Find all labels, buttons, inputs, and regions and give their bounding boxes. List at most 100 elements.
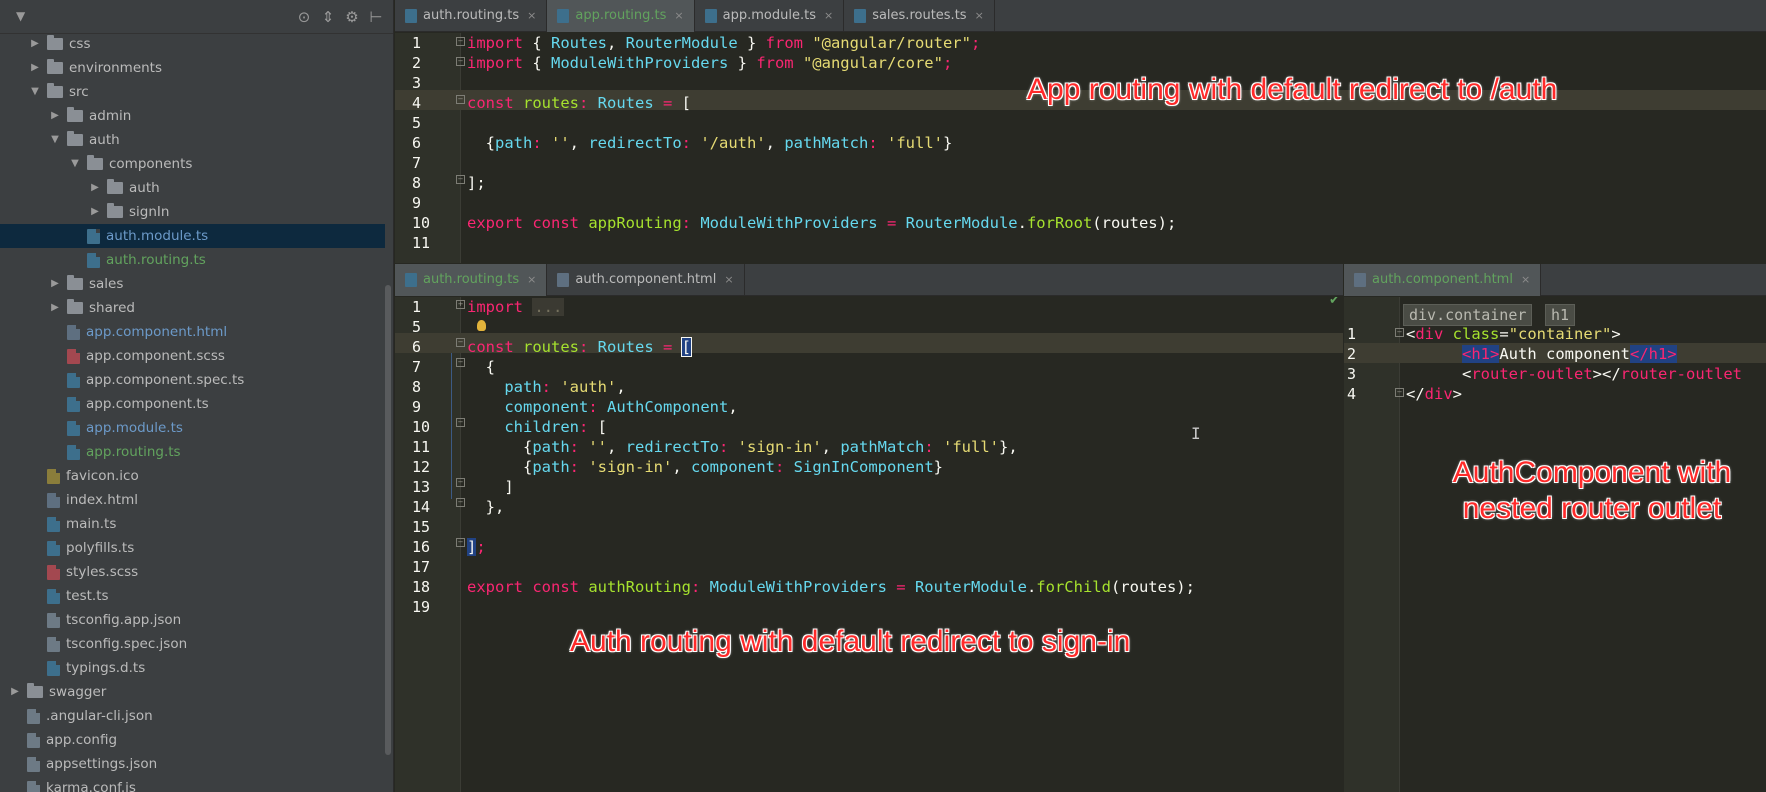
- tree-item-label: app.module.ts: [86, 420, 183, 436]
- editor-tab[interactable]: app.module.ts ×: [695, 0, 845, 32]
- gear-icon[interactable]: ⚙: [343, 8, 361, 26]
- line-number: 3: [412, 74, 422, 92]
- tree-folder[interactable]: ▶ admin: [0, 104, 385, 128]
- tree-file[interactable]: tsconfig.app.json: [0, 608, 385, 632]
- fold-marker[interactable]: −: [456, 37, 465, 46]
- breadcrumb-div-container[interactable]: div.container: [1403, 304, 1533, 326]
- line-number: 2: [1347, 345, 1357, 363]
- tree-file[interactable]: auth.module.ts: [0, 224, 385, 248]
- tree-folder[interactable]: ▶ signIn: [0, 200, 385, 224]
- chevron-right-icon[interactable]: ▶: [48, 272, 62, 296]
- tree-item-label: app.component.spec.ts: [86, 372, 245, 388]
- chevron-down-icon[interactable]: ▼: [48, 128, 62, 152]
- line-number: 5: [412, 318, 422, 336]
- fold-marker[interactable]: −: [456, 498, 465, 507]
- dropdown-arrow-icon[interactable]: ▼: [16, 9, 25, 23]
- fold-marker[interactable]: −: [1395, 328, 1404, 337]
- tree-file[interactable]: main.ts: [0, 512, 385, 536]
- close-icon[interactable]: ×: [975, 0, 984, 32]
- fold-marker[interactable]: −: [456, 418, 465, 427]
- close-icon[interactable]: ×: [527, 264, 536, 296]
- tree-scrollbar[interactable]: [385, 285, 391, 755]
- tree-file[interactable]: app.component.scss: [0, 344, 385, 368]
- tree-item-label: signIn: [129, 204, 170, 220]
- tree-file[interactable]: tsconfig.spec.json: [0, 632, 385, 656]
- tree-file[interactable]: index.html: [0, 488, 385, 512]
- close-icon[interactable]: ×: [1521, 264, 1530, 296]
- line-number: 4: [412, 94, 422, 112]
- chevron-right-icon[interactable]: ▶: [88, 176, 102, 200]
- top-editor-tabbar: auth.routing.ts × app.routing.ts × app.modul…: [395, 0, 1766, 32]
- tree-folder[interactable]: ▶ css: [0, 32, 385, 56]
- ts-file-icon: [47, 516, 60, 532]
- tree-file[interactable]: app.component.ts: [0, 392, 385, 416]
- tree-file[interactable]: polyfills.ts: [0, 536, 385, 560]
- target-icon[interactable]: ⊙: [295, 8, 313, 26]
- tree-folder[interactable]: ▶ environments: [0, 56, 385, 80]
- chevron-right-icon[interactable]: ▶: [8, 680, 22, 704]
- chevron-right-icon[interactable]: ▶: [88, 200, 102, 224]
- tree-file[interactable]: test.ts: [0, 584, 385, 608]
- json-file-icon: [27, 732, 40, 748]
- auth-html-editor-tabbar: auth.component.html ×: [1344, 264, 1766, 296]
- editor-tab[interactable]: auth.component.html ×: [1344, 264, 1542, 296]
- editor-tab[interactable]: sales.routes.ts ×: [844, 0, 995, 32]
- line-number: 10: [412, 418, 431, 436]
- auth-component-html-editor[interactable]: div.container h1 1 2 3 4 − − <div class="co…: [1344, 297, 1766, 792]
- tree-file[interactable]: app.routing.ts: [0, 440, 385, 464]
- fold-marker[interactable]: −: [456, 95, 465, 104]
- chevron-right-icon[interactable]: ▶: [28, 56, 42, 80]
- tree-folder[interactable]: ▶ swagger: [0, 680, 385, 704]
- tab-label: app.routing.ts: [575, 8, 667, 23]
- fold-marker[interactable]: −: [456, 57, 465, 66]
- tree-folder[interactable]: ▶ shared: [0, 296, 385, 320]
- tree-file[interactable]: app.component.spec.ts: [0, 368, 385, 392]
- fold-marker[interactable]: −: [456, 538, 465, 547]
- ts-file-icon: [405, 9, 417, 23]
- tree-file[interactable]: app.module.ts: [0, 416, 385, 440]
- close-icon[interactable]: ×: [674, 0, 683, 32]
- line-number: 14: [412, 498, 431, 516]
- pin-icon[interactable]: ⊢: [367, 8, 385, 26]
- tree-folder[interactable]: ▼ auth: [0, 128, 385, 152]
- fold-marker[interactable]: −: [1395, 388, 1404, 397]
- tree-file[interactable]: typings.d.ts: [0, 656, 385, 680]
- chevron-down-icon[interactable]: ▼: [68, 152, 82, 176]
- lightbulb-icon[interactable]: [477, 320, 486, 331]
- fold-marker[interactable]: −: [456, 338, 465, 347]
- tree-file[interactable]: favicon.ico: [0, 464, 385, 488]
- auth-routing-editor[interactable]: 1 5 6 7 8 9 10 11 12 13 14 15 16 17 18 19 + − − − − − −…: [395, 297, 1343, 792]
- expand-icon[interactable]: ⇕: [319, 8, 337, 26]
- tree-folder[interactable]: ▶ auth: [0, 176, 385, 200]
- scss-file-icon: [47, 564, 60, 580]
- fold-marker[interactable]: −: [456, 478, 465, 487]
- editor-tab[interactable]: auth.routing.ts ×: [395, 264, 548, 296]
- tree-file[interactable]: styles.scss: [0, 560, 385, 584]
- fold-marker[interactable]: −: [456, 358, 465, 367]
- close-icon[interactable]: ×: [824, 0, 833, 32]
- breadcrumb-h1[interactable]: h1: [1545, 304, 1576, 326]
- tree-folder[interactable]: ▼ src: [0, 80, 385, 104]
- chevron-down-icon[interactable]: ▼: [28, 80, 42, 104]
- editor-tab[interactable]: auth.component.html ×: [547, 264, 745, 296]
- tree-folder[interactable]: ▶ sales: [0, 272, 385, 296]
- code-line-6: {path: '', redirectTo: '/auth', pathMatc…: [467, 134, 953, 152]
- chevron-right-icon[interactable]: ▶: [48, 296, 62, 320]
- editor-tab[interactable]: app.routing.ts ×: [547, 0, 695, 32]
- chevron-right-icon[interactable]: ▶: [28, 32, 42, 56]
- tree-folder[interactable]: ▼ components: [0, 152, 385, 176]
- tree-file[interactable]: app.config: [0, 728, 385, 752]
- chevron-right-icon[interactable]: ▶: [48, 104, 62, 128]
- close-icon[interactable]: ×: [724, 264, 733, 296]
- tree-file[interactable]: karma.conf.js: [0, 776, 385, 792]
- tree-file[interactable]: app.component.html: [0, 320, 385, 344]
- app-routing-editor[interactable]: 1 2 3 4 5 6 7 8 9 10 11 − − − − import { Routes, R…: [395, 33, 1766, 263]
- close-icon[interactable]: ×: [527, 0, 536, 32]
- tree-file[interactable]: auth.routing.ts: [0, 248, 385, 272]
- fold-marker[interactable]: +: [456, 300, 465, 309]
- tree-file[interactable]: appsettings.json: [0, 752, 385, 776]
- line-number: 11: [412, 438, 431, 456]
- fold-marker[interactable]: −: [456, 175, 465, 184]
- editor-tab[interactable]: auth.routing.ts ×: [395, 0, 548, 32]
- tree-file[interactable]: .angular-cli.json: [0, 704, 385, 728]
